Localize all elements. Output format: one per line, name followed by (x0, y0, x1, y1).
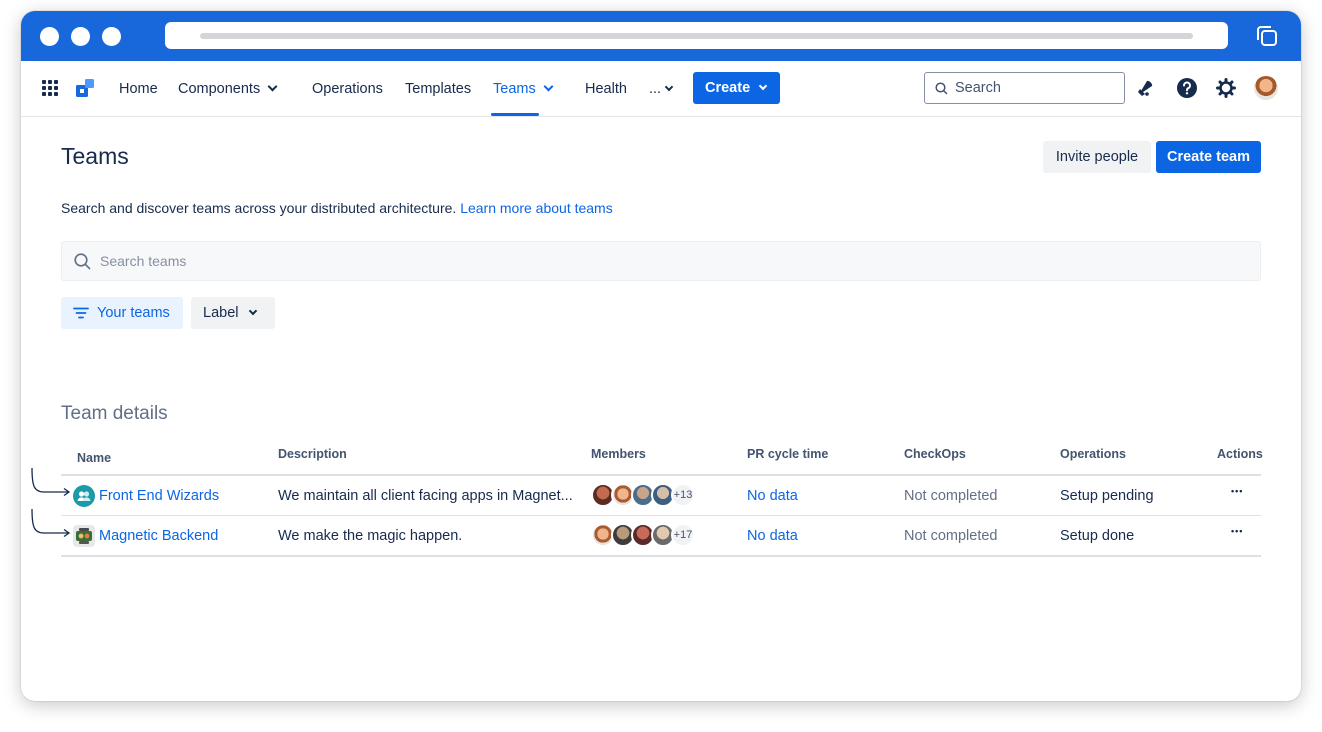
nav-components-label: Components (178, 81, 261, 97)
member-avatars[interactable]: +13 (591, 483, 701, 507)
team-icon (73, 485, 95, 507)
nav-teams-label: Teams (493, 81, 536, 97)
intro-description: Search and discover teams across your di… (61, 200, 457, 216)
browser-window: Home Components Operations Templates Tea… (21, 11, 1301, 701)
search-icon (935, 82, 948, 95)
address-bar[interactable] (165, 22, 1228, 49)
team-search-input[interactable]: Search teams (61, 241, 1261, 281)
filter-icon (73, 307, 89, 319)
team-name-link[interactable]: Front End Wizards (99, 488, 219, 504)
active-tab-indicator (491, 113, 539, 116)
arrow-icon (31, 508, 71, 538)
table-bottom-divider (61, 555, 1261, 557)
checkops-status: Not completed (904, 528, 998, 544)
window-close-dot[interactable] (40, 27, 59, 46)
column-header-checkops: CheckOps (904, 447, 966, 461)
label-filter-dropdown[interactable]: Label (191, 297, 275, 329)
nav-more[interactable]: ... (649, 61, 674, 117)
member-avatars[interactable]: +17 (591, 523, 701, 547)
chevron-down-icon (664, 82, 674, 92)
pr-cycle-time-link[interactable]: No data (747, 488, 798, 504)
team-search-placeholder: Search teams (100, 253, 187, 269)
search-icon (74, 253, 91, 270)
nav-components[interactable]: Components (178, 61, 278, 117)
your-teams-filter[interactable]: Your teams (61, 297, 183, 329)
chevron-down-icon (267, 81, 278, 92)
user-avatar[interactable] (1254, 76, 1278, 100)
notification-icon[interactable] (1135, 77, 1157, 99)
page-title: Teams (61, 143, 129, 169)
team-name-link[interactable]: Magnetic Backend (99, 528, 218, 544)
arrow-icon (31, 467, 71, 497)
window-maximize-dot[interactable] (102, 27, 121, 46)
column-header-name[interactable]: Name (77, 451, 111, 465)
column-header-actions: Actions (1217, 447, 1263, 461)
learn-more-link[interactable]: Learn more about teams (460, 200, 613, 216)
chevron-down-icon (249, 306, 258, 316)
help-icon[interactable] (1176, 77, 1198, 99)
create-team-button[interactable]: Create team (1156, 141, 1261, 173)
tabs-icon[interactable] (1253, 22, 1281, 50)
top-navigation: Home Components Operations Templates Tea… (21, 61, 1301, 117)
row-divider (61, 515, 1261, 516)
chevron-down-icon (543, 81, 554, 92)
create-button[interactable]: Create (693, 72, 780, 104)
your-teams-label: Your teams (97, 305, 170, 321)
team-icon (73, 525, 95, 547)
nav-operations[interactable]: Operations (312, 61, 383, 117)
settings-icon[interactable] (1215, 77, 1237, 99)
operations-status: Setup pending (1060, 488, 1154, 504)
nav-home[interactable]: Home (119, 61, 158, 117)
members-extra-count: +17 (671, 523, 695, 547)
label-filter-text: Label (203, 305, 239, 321)
section-title: Team details (61, 403, 168, 424)
browser-titlebar (21, 11, 1301, 61)
column-header-pr-cycle-time: PR cycle time (747, 447, 829, 461)
nav-health[interactable]: Health (585, 61, 627, 117)
nav-more-label: ... (649, 81, 662, 97)
operations-status: Setup done (1060, 528, 1135, 544)
apps-grid-icon[interactable] (42, 80, 58, 96)
intro-text: Search and discover teams across your di… (61, 200, 613, 216)
more-icon[interactable]: ••• (1231, 486, 1243, 496)
column-header-description: Description (278, 447, 347, 461)
create-button-label: Create (705, 80, 751, 96)
column-header-members: Members (591, 447, 646, 461)
nav-templates[interactable]: Templates (405, 61, 471, 117)
team-description: We maintain all client facing apps in Ma… (278, 488, 573, 504)
checkops-status: Not completed (904, 488, 998, 504)
search-placeholder: Search (955, 80, 1001, 96)
window-minimize-dot[interactable] (71, 27, 90, 46)
invite-people-button[interactable]: Invite people (1043, 141, 1151, 173)
chevron-down-icon (758, 81, 768, 91)
product-logo-icon[interactable] (75, 78, 95, 98)
search-input[interactable]: Search (924, 72, 1125, 104)
more-icon[interactable]: ••• (1231, 526, 1243, 536)
nav-teams[interactable]: Teams (493, 61, 554, 117)
pr-cycle-time-link[interactable]: No data (747, 528, 798, 544)
team-description: We make the magic happen. (278, 528, 463, 544)
table-header-divider (61, 474, 1261, 476)
members-extra-count: +13 (671, 483, 695, 507)
column-header-operations: Operations (1060, 447, 1126, 461)
address-placeholder-line (200, 33, 1193, 39)
